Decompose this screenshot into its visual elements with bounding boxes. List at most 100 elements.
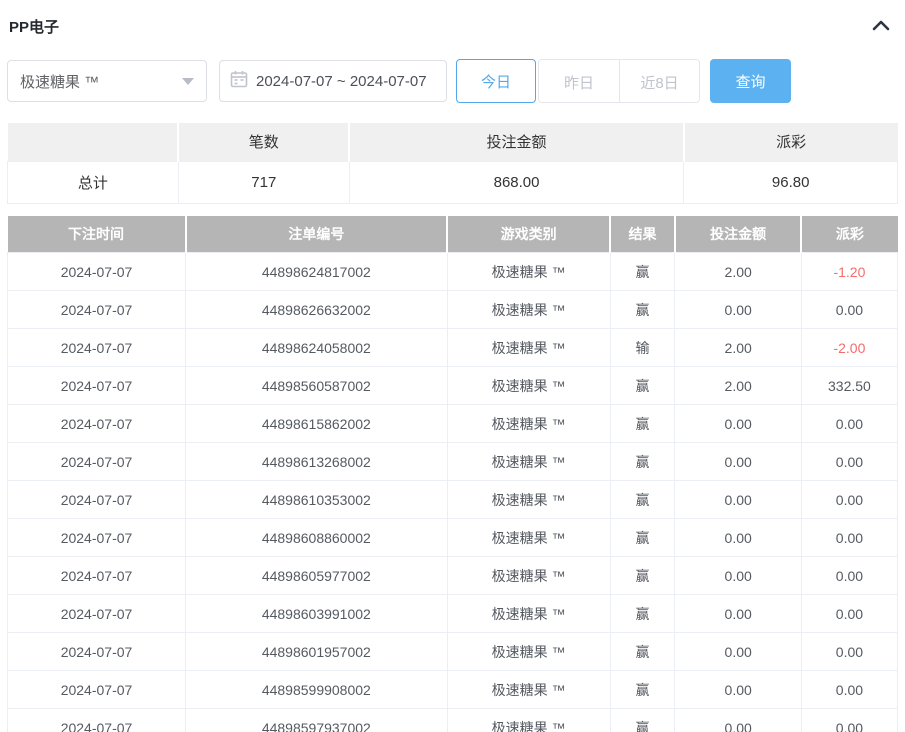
cell-payout: 0.00 — [801, 557, 897, 595]
cell-game-type: 极速糖果 ™ — [447, 405, 610, 443]
cell-payout: 332.50 — [801, 367, 897, 405]
cell-bet-time: 2024-07-07 — [8, 709, 186, 732]
cell-order-no: 44898605977002 — [186, 557, 448, 595]
date-range-value: 2024-07-07 ~ 2024-07-07 — [256, 73, 427, 90]
table-row: 2024-07-0744898624817002极速糖果 ™赢2.00-1.20 — [8, 253, 898, 291]
cell-payout: 0.00 — [801, 595, 897, 633]
search-button[interactable]: 查询 — [710, 59, 791, 103]
cell-payout: -1.20 — [801, 253, 897, 291]
summary-total-row: 总计 717 868.00 96.80 — [8, 161, 898, 203]
cell-order-no: 44898601957002 — [186, 633, 448, 671]
page-title: PP电子 — [9, 16, 59, 37]
cell-game-type: 极速糖果 ™ — [447, 595, 610, 633]
summary-total-label: 总计 — [8, 161, 179, 203]
cell-result: 赢 — [610, 557, 675, 595]
last-8-days-button[interactable]: 近8日 — [619, 60, 699, 103]
table-row: 2024-07-0744898560587002极速糖果 ™赢2.00332.5… — [8, 367, 898, 405]
pp-electronic-panel: PP电子 极速糖果 ™ 2024 — [0, 0, 905, 732]
cell-bet-time: 2024-07-07 — [8, 595, 186, 633]
cell-game-type: 极速糖果 ™ — [447, 557, 610, 595]
cell-game-type: 极速糖果 ™ — [447, 633, 610, 671]
table-row: 2024-07-0744898608860002极速糖果 ™赢0.000.00 — [8, 519, 898, 557]
cell-bet-amount: 2.00 — [675, 367, 801, 405]
cell-order-no: 44898626632002 — [186, 291, 448, 329]
summary-table: 笔数 投注金额 派彩 总计 717 868.00 96.80 — [7, 123, 898, 204]
cell-order-no: 44898560587002 — [186, 367, 448, 405]
cell-bet-amount: 0.00 — [675, 595, 801, 633]
cell-bet-amount: 0.00 — [675, 519, 801, 557]
chevron-up-icon — [872, 19, 890, 34]
cell-result: 赢 — [610, 709, 675, 732]
table-row: 2024-07-0744898597937002极速糖果 ™赢0.000.00 — [8, 709, 898, 732]
cell-result: 赢 — [610, 253, 675, 291]
cell-bet-time: 2024-07-07 — [8, 329, 186, 367]
calendar-icon — [230, 70, 256, 93]
bet-records-table: 下注时间 注单编号 游戏类别 结果 投注金额 派彩 2024-07-074489… — [7, 216, 898, 732]
cell-game-type: 极速糖果 ™ — [447, 253, 610, 291]
cell-bet-amount: 0.00 — [675, 405, 801, 443]
cell-order-no: 44898599908002 — [186, 671, 448, 709]
cell-game-type: 极速糖果 ™ — [447, 671, 610, 709]
cell-payout: 0.00 — [801, 519, 897, 557]
quick-date-buttons: 今日 昨日 近8日 — [456, 59, 700, 103]
cell-bet-time: 2024-07-07 — [8, 367, 186, 405]
cell-bet-amount: 0.00 — [675, 291, 801, 329]
cell-order-no: 44898608860002 — [186, 519, 448, 557]
yesterday-button[interactable]: 昨日 — [539, 60, 619, 103]
today-button[interactable]: 今日 — [456, 59, 536, 103]
cell-game-type: 极速糖果 ™ — [447, 709, 610, 732]
cell-order-no: 44898615862002 — [186, 405, 448, 443]
cell-bet-amount: 0.00 — [675, 633, 801, 671]
cell-result: 赢 — [610, 595, 675, 633]
cell-bet-time: 2024-07-07 — [8, 557, 186, 595]
header-game-type: 游戏类别 — [447, 216, 610, 253]
cell-result: 赢 — [610, 291, 675, 329]
cell-result: 赢 — [610, 405, 675, 443]
cell-payout: 0.00 — [801, 481, 897, 519]
cell-bet-time: 2024-07-07 — [8, 481, 186, 519]
cell-game-type: 极速糖果 ™ — [447, 481, 610, 519]
summary-header-bet-amount: 投注金额 — [349, 123, 684, 161]
cell-game-type: 极速糖果 ™ — [447, 443, 610, 481]
cell-game-type: 极速糖果 ™ — [447, 291, 610, 329]
table-row: 2024-07-0744898624058002极速糖果 ™输2.00-2.00 — [8, 329, 898, 367]
table-row: 2024-07-0744898613268002极速糖果 ™赢0.000.00 — [8, 443, 898, 481]
collapse-panel-button[interactable] — [868, 17, 894, 36]
game-select[interactable]: 极速糖果 ™ — [7, 60, 207, 102]
cell-payout: 0.00 — [801, 291, 897, 329]
table-row: 2024-07-0744898601957002极速糖果 ™赢0.000.00 — [8, 633, 898, 671]
summary-total-count: 717 — [178, 161, 349, 203]
cell-result: 赢 — [610, 519, 675, 557]
cell-bet-amount: 0.00 — [675, 443, 801, 481]
header-bet-time: 下注时间 — [8, 216, 186, 253]
cell-result: 赢 — [610, 367, 675, 405]
cell-game-type: 极速糖果 ™ — [447, 329, 610, 367]
table-row: 2024-07-0744898610353002极速糖果 ™赢0.000.00 — [8, 481, 898, 519]
panel-header: PP电子 — [7, 14, 898, 37]
header-payout: 派彩 — [801, 216, 897, 253]
filter-controls: 极速糖果 ™ 2024-07-07 ~ 2024-07-07 今日 昨 — [7, 59, 898, 103]
quick-date-group: 昨日 近8日 — [538, 59, 700, 103]
cell-bet-amount: 0.00 — [675, 481, 801, 519]
table-row: 2024-07-0744898599908002极速糖果 ™赢0.000.00 — [8, 671, 898, 709]
cell-bet-amount: 2.00 — [675, 329, 801, 367]
cell-bet-time: 2024-07-07 — [8, 519, 186, 557]
cell-bet-time: 2024-07-07 — [8, 291, 186, 329]
cell-order-no: 44898624058002 — [186, 329, 448, 367]
bet-table-body: 2024-07-0744898624817002极速糖果 ™赢2.00-1.20… — [8, 253, 898, 732]
cell-bet-amount: 2.00 — [675, 253, 801, 291]
date-range-input[interactable]: 2024-07-07 ~ 2024-07-07 — [219, 60, 447, 102]
cell-result: 输 — [610, 329, 675, 367]
cell-payout: 0.00 — [801, 405, 897, 443]
cell-payout: 0.00 — [801, 671, 897, 709]
cell-result: 赢 — [610, 633, 675, 671]
bet-table-header-row: 下注时间 注单编号 游戏类别 结果 投注金额 派彩 — [8, 216, 898, 253]
cell-result: 赢 — [610, 481, 675, 519]
cell-bet-time: 2024-07-07 — [8, 405, 186, 443]
summary-total-payout: 96.80 — [684, 161, 898, 203]
summary-header-payout: 派彩 — [684, 123, 898, 161]
cell-payout: -2.00 — [801, 329, 897, 367]
cell-bet-time: 2024-07-07 — [8, 253, 186, 291]
cell-payout: 0.00 — [801, 443, 897, 481]
summary-header-count: 笔数 — [178, 123, 349, 161]
